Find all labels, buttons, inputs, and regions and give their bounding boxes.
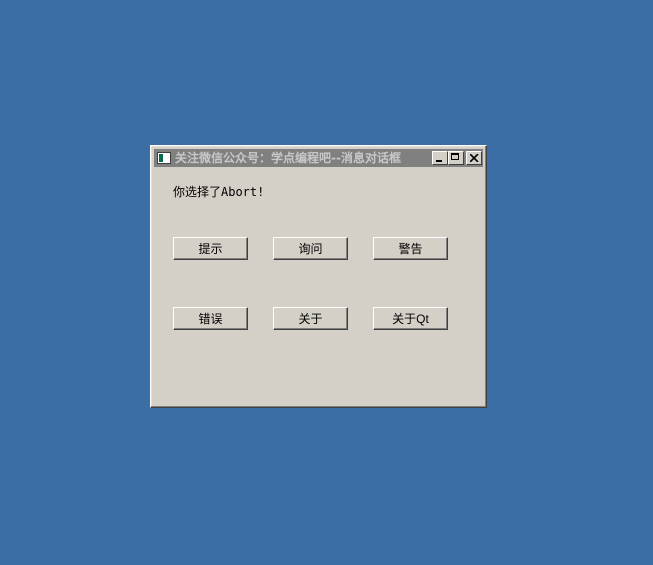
about-qt-button[interactable]: 关于Qt — [373, 307, 448, 330]
status-label: 你选择了Abort! — [173, 185, 265, 199]
warning-button[interactable]: 警告 — [373, 237, 448, 260]
window-title: 关注微信公众号：学点编程吧--消息对话框 — [175, 151, 401, 165]
maximize-button[interactable] — [448, 151, 464, 165]
app-icon — [157, 152, 171, 164]
close-button[interactable] — [466, 151, 482, 165]
close-icon — [470, 154, 479, 162]
message-dialog-window: 关注微信公众号：学点编程吧--消息对话框 你选择了Abort! 提示 询问 警告… — [150, 145, 487, 408]
critical-button[interactable]: 错误 — [173, 307, 248, 330]
info-button[interactable]: 提示 — [173, 237, 248, 260]
question-button[interactable]: 询问 — [273, 237, 348, 260]
minimize-button[interactable] — [432, 151, 448, 165]
about-button[interactable]: 关于 — [273, 307, 348, 330]
title-bar[interactable]: 关注微信公众号：学点编程吧--消息对话框 — [154, 149, 483, 167]
